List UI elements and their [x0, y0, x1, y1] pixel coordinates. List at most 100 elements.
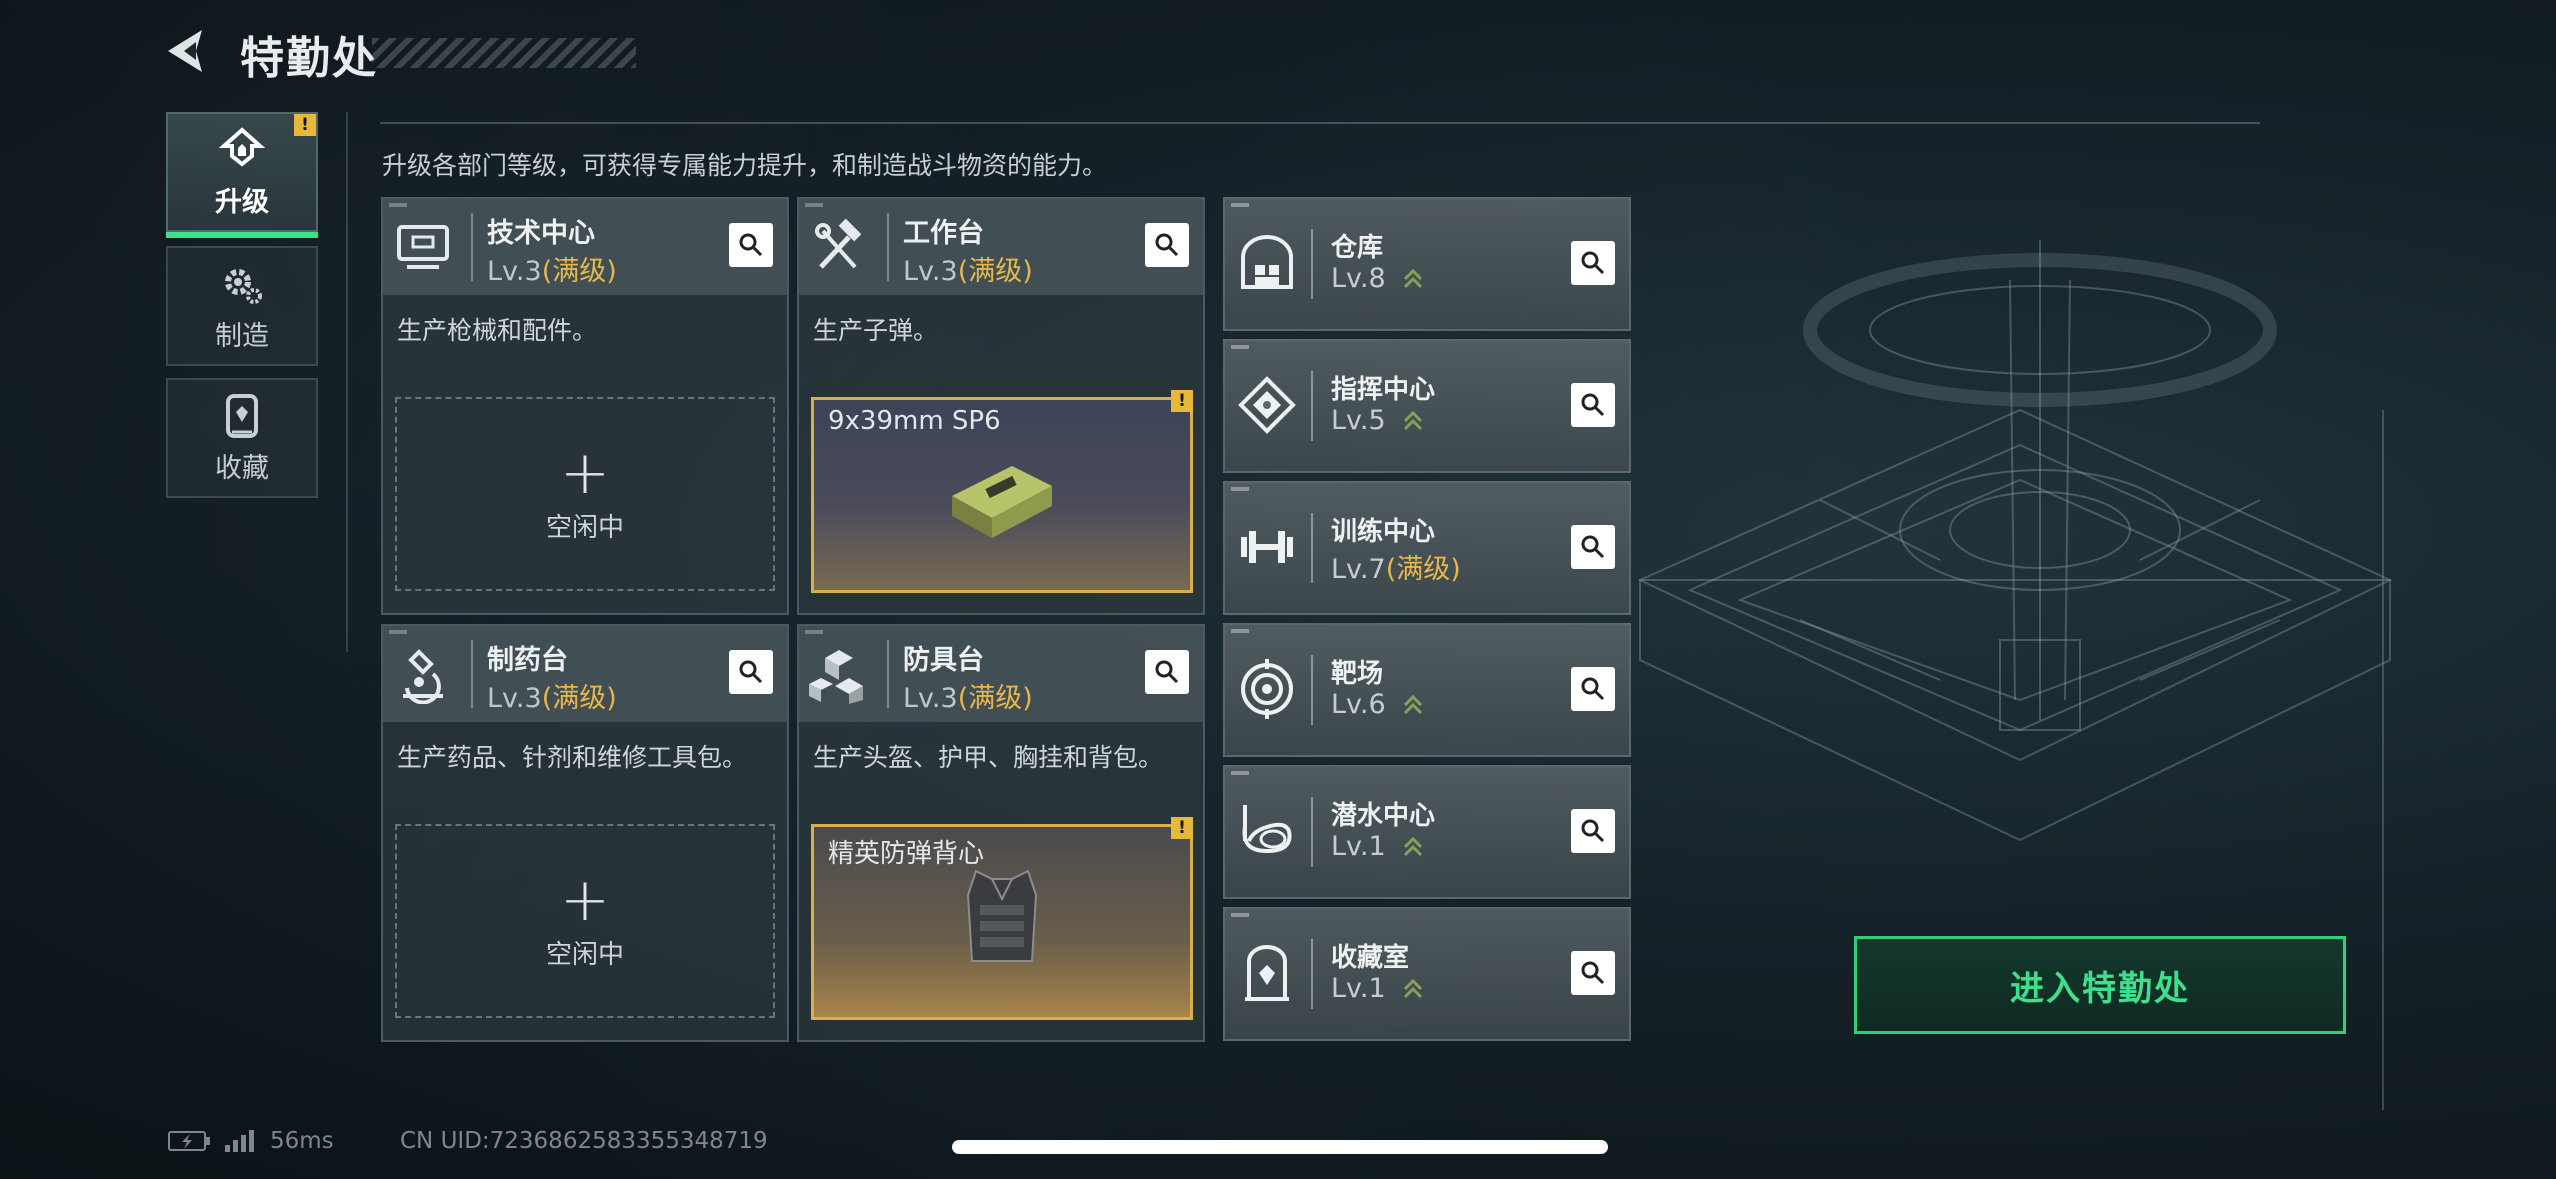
separator: [1311, 229, 1313, 299]
plus-icon: +: [559, 864, 611, 935]
corner-mark: [1231, 629, 1249, 633]
facility-collection-room[interactable]: 收藏室 Lv.1: [1223, 907, 1631, 1041]
level-text: Lv.8: [1331, 263, 1386, 294]
facility-level: Lv.3(满级): [487, 249, 617, 288]
search-button[interactable]: [1571, 951, 1615, 995]
facility-name: 工作台: [903, 218, 984, 249]
facility-level: Lv.3(满级): [903, 249, 1033, 288]
facility-level: Lv.5: [1331, 405, 1424, 436]
diving-mask-icon: [1242, 805, 1292, 854]
product-name: 9x39mm SP6: [828, 406, 1001, 436]
plus-icon: +: [559, 437, 611, 508]
display-case-icon: [226, 393, 258, 438]
armor-vest-icon: [966, 869, 1038, 962]
hammer-wrench-icon: [815, 218, 862, 269]
corner-mark: [389, 630, 407, 634]
description-text: 升级各部门等级，可获得专属能力提升，和制造战斗物资的能力。: [382, 151, 1108, 180]
level-text: Lv.3: [903, 256, 958, 287]
separator: [1311, 797, 1313, 867]
enter-special-ops-button[interactable]: 进入特勤处: [1854, 936, 2346, 1034]
nav-divider: [346, 112, 348, 652]
tab-craft[interactable]: 制造: [166, 246, 318, 366]
search-button[interactable]: [1145, 650, 1189, 694]
command-emblem-icon: [1238, 376, 1296, 434]
tab-label: 收藏: [215, 452, 269, 484]
upgrade-icon: [218, 126, 266, 167]
production-slot-idle[interactable]: + 空闲中: [395, 397, 775, 591]
search-button[interactable]: [1571, 809, 1615, 853]
display-case-icon: [1245, 945, 1289, 1001]
facility-name: 靶场: [1331, 659, 1384, 689]
facility-diving-center[interactable]: 潜水中心 Lv.1: [1223, 765, 1631, 899]
deco-line: [2382, 410, 2384, 1110]
production-slot-idle[interactable]: + 空闲中: [395, 824, 775, 1018]
back-arrow-icon[interactable]: [162, 26, 212, 76]
ping-value: 56ms: [270, 1128, 334, 1154]
base-wireframe-illustration: [1637, 240, 2393, 842]
search-button[interactable]: [1571, 383, 1615, 427]
card-workbench[interactable]: 工作台 Lv.3(满级) 生产子弹。 ! 9x39mm SP6: [797, 197, 1205, 615]
facility-level: Lv.3(满级): [903, 676, 1033, 715]
tab-upgrade[interactable]: ! 升级: [166, 112, 318, 238]
tab-collection[interactable]: 收藏: [166, 378, 318, 498]
search-button[interactable]: [1145, 223, 1189, 267]
search-icon: [1581, 677, 1605, 701]
upgrade-chevron-icon: [1404, 978, 1423, 998]
card-description: 生产头盔、护甲、胸挂和背包。: [813, 743, 1164, 772]
card-description: 生产枪械和配件。: [397, 316, 598, 345]
target-icon: [1241, 659, 1293, 719]
separator: [887, 640, 889, 708]
status-bar: 56ms: [168, 1128, 334, 1154]
home-indicator[interactable]: [952, 1140, 1608, 1154]
search-button[interactable]: [729, 223, 773, 267]
facility-warehouse[interactable]: 仓库 Lv.8: [1223, 197, 1631, 331]
upgrade-chevron-icon: [1404, 694, 1423, 714]
card-header: 防具台 Lv.3(满级): [799, 626, 1203, 722]
facility-level: Lv.3(满级): [487, 676, 617, 715]
warning-badge: !: [1171, 390, 1193, 412]
separator: [1311, 371, 1313, 441]
signal-icon: [225, 1130, 254, 1152]
computer-icon: [397, 225, 449, 269]
level-text: Lv.3: [487, 683, 542, 714]
search-button[interactable]: [1571, 525, 1615, 569]
microscope-icon: [403, 649, 443, 704]
level-text: Lv.3: [903, 683, 958, 714]
facility-name: 制药台: [487, 645, 568, 676]
battery-icon: [168, 1131, 210, 1151]
card-pharmacy[interactable]: 制药台 Lv.3(满级) 生产药品、针剂和维修工具包。 + 空闲中: [381, 624, 789, 1042]
search-button[interactable]: [1571, 667, 1615, 711]
separator: [887, 213, 889, 281]
facility-level: Lv.1: [1331, 831, 1424, 862]
card-description: 生产子弹。: [813, 316, 939, 345]
corner-mark: [1231, 913, 1249, 917]
gear-icon: [225, 268, 262, 304]
page-title: 特勤处: [240, 33, 378, 84]
facility-name: 收藏室: [1331, 943, 1410, 973]
facility-command-center[interactable]: 指挥中心 Lv.5: [1223, 339, 1631, 473]
ammo-box-icon: [952, 466, 1052, 538]
warning-badge: !: [294, 114, 316, 136]
card-armor-bench[interactable]: 防具台 Lv.3(满级) 生产头盔、护甲、胸挂和背包。 ! 精英防弹背心: [797, 624, 1205, 1042]
search-icon: [1581, 251, 1605, 275]
corner-mark: [1231, 203, 1249, 207]
production-slot-item[interactable]: ! 9x39mm SP6: [811, 390, 1193, 593]
facility-name: 潜水中心: [1331, 801, 1436, 831]
search-button[interactable]: [1571, 241, 1615, 285]
separator: [471, 640, 473, 708]
product-name: 精英防弹背心: [828, 839, 985, 869]
card-tech-center[interactable]: 技术中心 Lv.3(满级) 生产枪械和配件。 + 空闲中: [381, 197, 789, 615]
card-header: 制药台 Lv.3(满级): [383, 626, 787, 722]
corner-mark: [805, 203, 823, 207]
separator: [471, 213, 473, 281]
upgrade-chevron-icon: [1404, 836, 1423, 856]
production-slot-item[interactable]: ! 精英防弹背心: [811, 817, 1193, 1020]
facility-name: 训练中心: [1331, 517, 1436, 547]
search-button[interactable]: [729, 650, 773, 694]
max-level-label: (满级): [957, 683, 1033, 714]
facility-training-center[interactable]: 训练中心 Lv.7(满级): [1223, 481, 1631, 615]
idle-label: 空闲中: [545, 939, 624, 970]
search-icon: [739, 660, 763, 684]
level-text: Lv.3: [487, 256, 542, 287]
facility-shooting-range[interactable]: 靶场 Lv.6: [1223, 623, 1631, 757]
